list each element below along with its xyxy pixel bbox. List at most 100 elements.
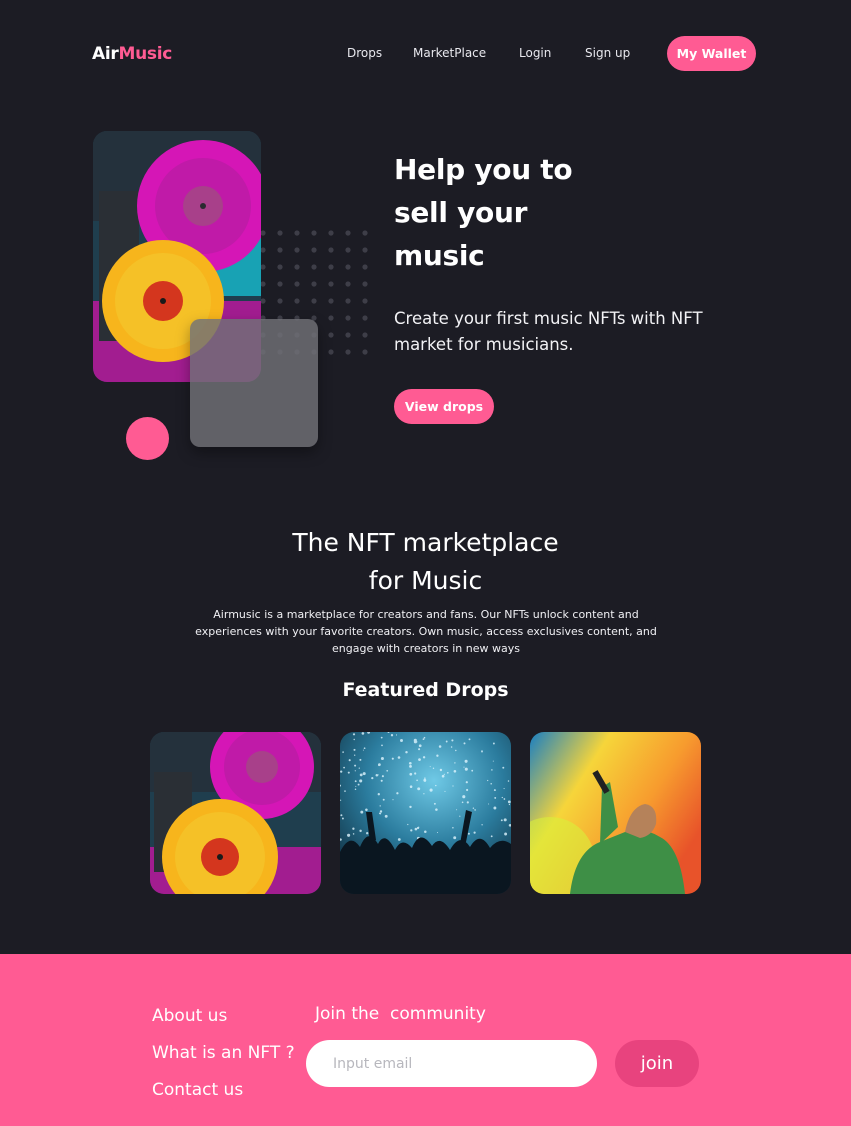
- marketplace-title: The NFT marketplace for Music: [0, 524, 851, 600]
- decor-dot: [260, 281, 266, 287]
- hero-title: Help you to sell your music: [394, 148, 634, 277]
- confetti-sparkle: [464, 767, 468, 771]
- nav-link-login[interactable]: Login: [519, 46, 551, 60]
- decor-dot: [294, 230, 300, 236]
- decor-dot: [328, 332, 334, 338]
- decor-dot: [328, 230, 334, 236]
- footer-link-contact[interactable]: Contact us: [152, 1080, 243, 1100]
- view-drops-button[interactable]: View drops: [394, 389, 494, 424]
- decor-dot: [277, 281, 283, 287]
- confetti-sparkle: [379, 805, 381, 807]
- confetti-sparkle: [377, 774, 379, 776]
- confetti-sparkle: [360, 810, 364, 814]
- confetti-sparkle: [503, 818, 507, 822]
- confetti-sparkle: [452, 826, 454, 829]
- confetti-sparkle: [423, 779, 427, 782]
- confetti-sparkle: [340, 799, 342, 801]
- confetti-sparkle: [455, 749, 457, 752]
- confetti-sparkle: [405, 750, 408, 754]
- confetti-sparkle: [471, 769, 474, 772]
- confetti-sparkle: [500, 819, 503, 822]
- marketplace-title-line: The NFT marketplace: [292, 528, 559, 557]
- confetti-sparkle: [436, 754, 439, 757]
- confetti-sparkle: [502, 766, 505, 769]
- decor-dot: [277, 230, 283, 236]
- confetti-sparkle: [435, 784, 437, 787]
- confetti-sparkle: [492, 742, 495, 745]
- confetti-sparkle: [413, 738, 417, 742]
- drop-card-singer[interactable]: [530, 732, 701, 894]
- confetti-sparkle: [355, 785, 357, 787]
- singer-on-stage-image: [530, 732, 701, 894]
- confetti-sparkle: [386, 769, 389, 772]
- nav-link-drops[interactable]: Drops: [347, 46, 382, 60]
- confetti-sparkle: [384, 814, 388, 818]
- confetti-sparkle: [443, 773, 445, 775]
- confetti-sparkle: [354, 754, 356, 756]
- nav-link-signup[interactable]: Sign up: [585, 46, 630, 60]
- decor-dot: [294, 298, 300, 304]
- confetti-sparkle: [422, 738, 425, 740]
- confetti-sparkle: [348, 759, 351, 762]
- confetti-sparkle: [352, 833, 355, 835]
- decor-dot: [345, 349, 351, 355]
- drop-card-vinyl[interactable]: [150, 732, 321, 894]
- confetti-sparkle: [481, 750, 483, 753]
- confetti-sparkle: [362, 749, 364, 751]
- confetti-sparkle: [416, 779, 418, 782]
- confetti-sparkle: [378, 764, 381, 767]
- decor-dot: [345, 264, 351, 270]
- confetti-sparkle: [450, 746, 453, 748]
- confetti-sparkle: [494, 796, 497, 799]
- marketplace-description: Airmusic is a marketplace for creators a…: [195, 608, 657, 655]
- confetti-sparkle: [510, 733, 511, 735]
- decor-dot: [328, 349, 334, 355]
- confetti-sparkle: [390, 734, 394, 737]
- confetti-sparkle: [352, 827, 355, 830]
- confetti-sparkle: [409, 772, 413, 776]
- confetti-sparkle: [463, 766, 465, 768]
- confetti-sparkle: [462, 795, 466, 799]
- confetti-sparkle: [414, 772, 417, 775]
- confetti-sparkle: [343, 766, 345, 769]
- confetti-sparkle: [358, 767, 360, 769]
- confetti-sparkle: [407, 823, 409, 826]
- nav-link-marketplace[interactable]: MarketPlace: [413, 46, 486, 60]
- confetti-sparkle: [380, 779, 383, 782]
- confetti-sparkle: [508, 803, 511, 806]
- decor-dot: [328, 298, 334, 304]
- decor-dot: [362, 247, 368, 253]
- confetti-sparkle: [464, 759, 468, 763]
- confetti-sparkle: [340, 770, 343, 773]
- confetti-sparkle: [400, 739, 403, 742]
- join-button[interactable]: join: [615, 1040, 699, 1087]
- decor-dot: [311, 298, 317, 304]
- join-community-title: Join the community: [315, 1004, 486, 1024]
- decor-dot: [328, 281, 334, 287]
- confetti-sparkle: [418, 758, 421, 761]
- confetti-sparkle: [341, 817, 344, 820]
- decor-dot: [345, 247, 351, 253]
- confetti-sparkle: [445, 740, 448, 743]
- confetti-sparkle: [501, 796, 503, 799]
- confetti-sparkle: [366, 832, 369, 835]
- confetti-sparkle: [423, 793, 425, 795]
- my-wallet-button[interactable]: My Wallet: [667, 36, 756, 71]
- confetti-sparkle: [347, 771, 350, 774]
- decor-dot: [328, 264, 334, 270]
- confetti-sparkle: [456, 809, 458, 811]
- confetti-sparkle: [361, 732, 365, 735]
- confetti-sparkle: [377, 793, 380, 796]
- email-input[interactable]: [306, 1040, 597, 1087]
- decor-dot: [294, 281, 300, 287]
- decor-dot: [260, 264, 266, 270]
- footer-link-what-is-nft[interactable]: What is an NFT ?: [152, 1043, 295, 1063]
- decor-dot: [311, 230, 317, 236]
- drop-card-crowd[interactable]: [340, 732, 511, 894]
- confetti-sparkle: [359, 758, 362, 761]
- logo-part-music: Music: [118, 44, 173, 64]
- footer-link-about[interactable]: About us: [152, 1006, 227, 1026]
- confetti-sparkle: [397, 838, 401, 841]
- logo[interactable]: AirMusic: [92, 44, 172, 64]
- confetti-sparkle: [463, 742, 466, 745]
